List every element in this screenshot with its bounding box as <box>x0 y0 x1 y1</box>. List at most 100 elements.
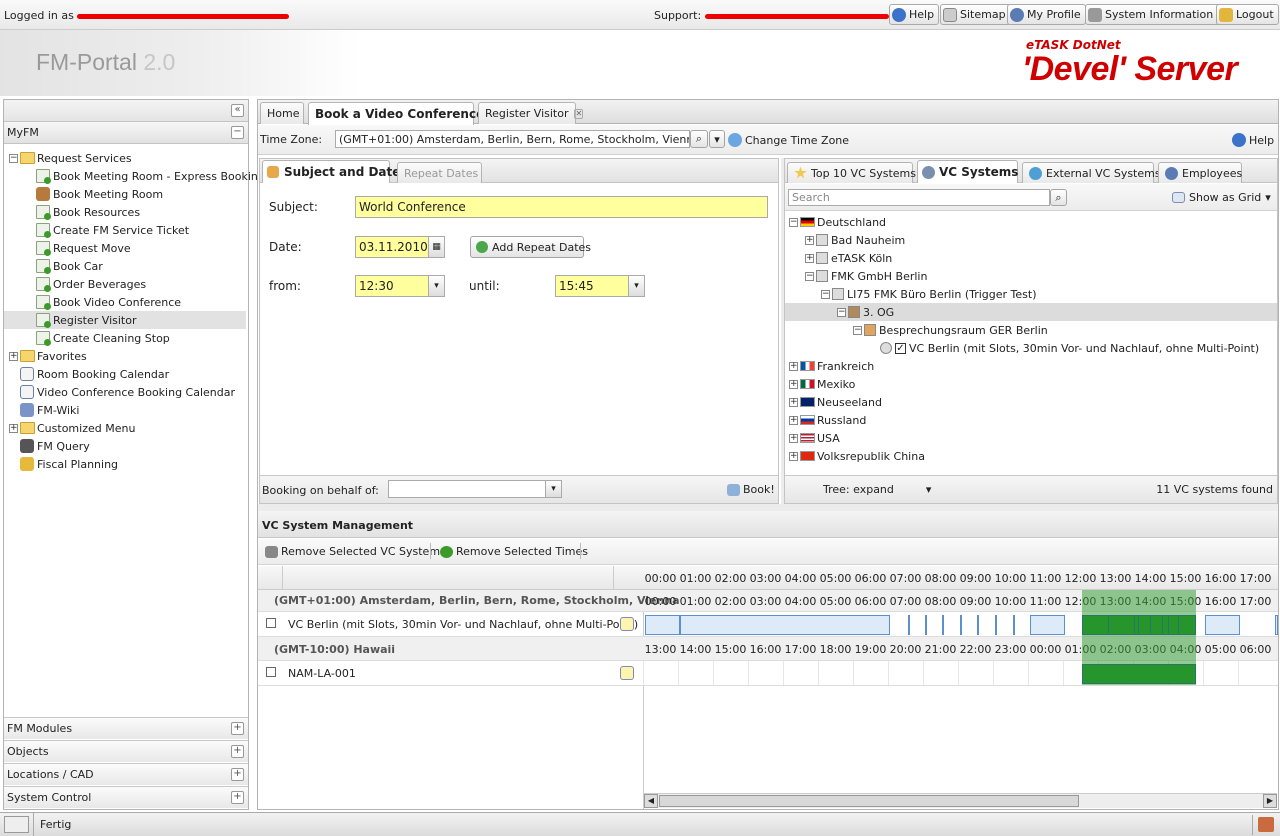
tab-employees[interactable]: Employees <box>1158 162 1242 183</box>
expand-section-button[interactable]: + <box>231 768 244 781</box>
tab-home[interactable]: Home <box>260 102 304 124</box>
tree-item[interactable]: Fiscal Planning <box>9 455 118 473</box>
vc-tree-item[interactable]: − 3. OG <box>785 303 1277 321</box>
horizontal-scrollbar[interactable]: ◀ ▶ <box>644 793 1277 808</box>
close-icon[interactable]: ✕ <box>574 108 584 119</box>
tree-toggle[interactable]: + <box>789 415 798 425</box>
tree-toggle[interactable]: − <box>853 325 862 335</box>
expand-section-button[interactable]: + <box>231 745 244 758</box>
tree-item[interactable]: Order Beverages <box>36 275 146 293</box>
date-input[interactable]: 03.11.2010 ▦ <box>355 236 445 258</box>
expand-section-button[interactable]: + <box>231 722 244 735</box>
tree-toggle[interactable]: + <box>789 397 798 407</box>
row-checkbox[interactable] <box>266 618 276 628</box>
tab-subject-and-date[interactable]: Subject and Date <box>262 160 400 183</box>
add-repeat-dates-button[interactable]: Add Repeat Dates <box>470 236 591 258</box>
section-locations-cad[interactable]: Locations / CAD + <box>4 763 248 785</box>
vc-tree-item[interactable]: + Russland <box>789 411 866 429</box>
date-picker-icon[interactable]: ▦ <box>428 237 444 257</box>
tab-repeat-dates[interactable]: Repeat Dates <box>397 162 482 183</box>
row-checkbox[interactable] <box>266 667 276 677</box>
tree-toggle[interactable]: − <box>805 271 814 281</box>
chevron-down-icon[interactable]: ▾ <box>628 276 644 296</box>
behalf-select[interactable]: ▾ <box>388 480 562 498</box>
chevron-down-icon[interactable]: ▾ <box>545 481 561 497</box>
vc-search-input[interactable]: Search <box>788 189 1050 206</box>
tree-toggle[interactable]: + <box>789 379 798 389</box>
tab-vc-systems[interactable]: VC Systems <box>917 160 1018 183</box>
vc-tree-item[interactable]: + USA <box>789 429 840 447</box>
timezone-dropdown-button[interactable]: ▾ <box>709 130 725 148</box>
sitemap-button[interactable]: Sitemap <box>940 4 1011 25</box>
tree-item[interactable]: Book Video Conference <box>36 293 181 311</box>
timezone-field[interactable]: (GMT+01:00) Amsterdam, Berlin, Bern, Rom… <box>335 130 690 148</box>
tree-item[interactable]: − Request Services <box>9 149 132 167</box>
vc-tree-item[interactable]: + Bad Nauheim <box>805 231 905 249</box>
vc-checkbox[interactable]: ✓ <box>895 342 906 354</box>
horizontal-splitter[interactable] <box>258 504 1278 511</box>
scroll-left-button[interactable]: ◀ <box>644 794 658 808</box>
section-system-control[interactable]: System Control + <box>4 786 248 808</box>
myfm-header[interactable]: MyFM − <box>4 122 248 144</box>
tree-item[interactable]: Book Car <box>36 257 103 275</box>
tree-toggle[interactable]: + <box>9 351 18 361</box>
tree-item[interactable]: Room Booking Calendar <box>9 365 169 383</box>
scroll-thumb[interactable] <box>659 795 1079 807</box>
remove-vc-system-button[interactable]: Remove Selected VC System <box>265 545 440 558</box>
tree-item[interactable]: FM-Wiki <box>9 401 79 419</box>
remove-times-button[interactable]: Remove Selected Times <box>440 545 588 558</box>
tree-item[interactable]: Request Move <box>36 239 131 257</box>
tree-item[interactable]: Book Meeting Room <box>36 185 163 203</box>
tab-top10-vc[interactable]: Top 10 VC Systems <box>787 162 916 183</box>
tab-external-vc[interactable]: External VC Systems <box>1022 162 1161 183</box>
vc-tree-item[interactable]: + Frankreich <box>789 357 874 375</box>
tree-item[interactable]: Video Conference Booking Calendar <box>9 383 235 401</box>
tree-toggle[interactable]: + <box>789 433 798 443</box>
tree-toggle[interactable]: − <box>821 289 830 299</box>
tree-item[interactable]: + Favorites <box>9 347 87 365</box>
change-timezone-link[interactable]: Change Time Zone <box>728 133 849 147</box>
expand-section-button[interactable]: + <box>231 791 244 804</box>
timezone-search-button[interactable]: ⌕ <box>690 130 708 148</box>
book-button[interactable]: Book! <box>727 483 775 496</box>
myfm-collapse-button[interactable]: − <box>231 126 244 139</box>
from-time-select[interactable]: 12:30 ▾ <box>355 275 445 297</box>
tree-toggle[interactable]: + <box>805 235 814 245</box>
vc-tree-item[interactable]: + Neuseeland <box>789 393 882 411</box>
tree-item[interactable]: + Customized Menu <box>9 419 135 437</box>
tree-expand-select[interactable]: Tree: expand ▾ <box>823 483 931 496</box>
section-objects[interactable]: Objects + <box>4 740 248 762</box>
subject-input[interactable]: World Conference <box>355 196 768 218</box>
section-fm-modules[interactable]: FM Modules + <box>4 717 248 739</box>
logout-button[interactable]: Logout <box>1216 4 1279 25</box>
until-time-select[interactable]: 15:45 ▾ <box>555 275 645 297</box>
tree-item[interactable]: Book Resources <box>36 203 140 221</box>
tree-item[interactable]: FM Query <box>9 437 90 455</box>
edit-icon[interactable] <box>620 617 634 631</box>
tree-item[interactable]: Book Meeting Room - Express Booking <box>36 167 265 185</box>
scroll-right-button[interactable]: ▶ <box>1263 794 1277 808</box>
vc-search-button[interactable]: ⌕ <box>1050 189 1067 206</box>
vc-tree-item[interactable]: − LI75 FMK Büro Berlin (Trigger Test) <box>821 285 1037 303</box>
vc-tree-item[interactable]: + Volksrepublik China <box>789 447 925 465</box>
tree-item[interactable]: Register Visitor <box>4 311 246 329</box>
tree-item[interactable]: Create FM Service Ticket <box>36 221 189 239</box>
tab-book-video-conference[interactable]: Book a Video Conference✕ <box>308 102 499 125</box>
vc-tree-item[interactable]: − Deutschland <box>789 213 886 231</box>
tree-toggle[interactable]: + <box>789 451 798 461</box>
tree-toggle[interactable]: − <box>789 217 798 227</box>
tree-toggle[interactable]: + <box>789 361 798 371</box>
show-as-grid-button[interactable]: Show as Grid ▾ <box>1172 191 1271 204</box>
vc-tree-item[interactable]: − FMK GmbH Berlin <box>805 267 927 285</box>
booked-block[interactable] <box>1082 664 1196 684</box>
my-profile-button[interactable]: My Profile <box>1007 4 1086 25</box>
timezone-help-link[interactable]: Help <box>1232 133 1274 147</box>
tree-toggle[interactable]: + <box>9 423 18 433</box>
chevron-down-icon[interactable]: ▾ <box>428 276 444 296</box>
collapse-panel-button[interactable]: « <box>231 104 244 117</box>
vc-tree-item[interactable]: + Mexiko <box>789 375 855 393</box>
tree-toggle[interactable]: + <box>805 253 814 263</box>
tree-item[interactable]: Create Cleaning Stop <box>36 329 170 347</box>
vc-tree-item[interactable]: ✓ VC Berlin (mit Slots, 30min Vor- und Na… <box>869 339 1259 357</box>
vc-tree-item[interactable]: − Besprechungsraum GER Berlin <box>853 321 1048 339</box>
